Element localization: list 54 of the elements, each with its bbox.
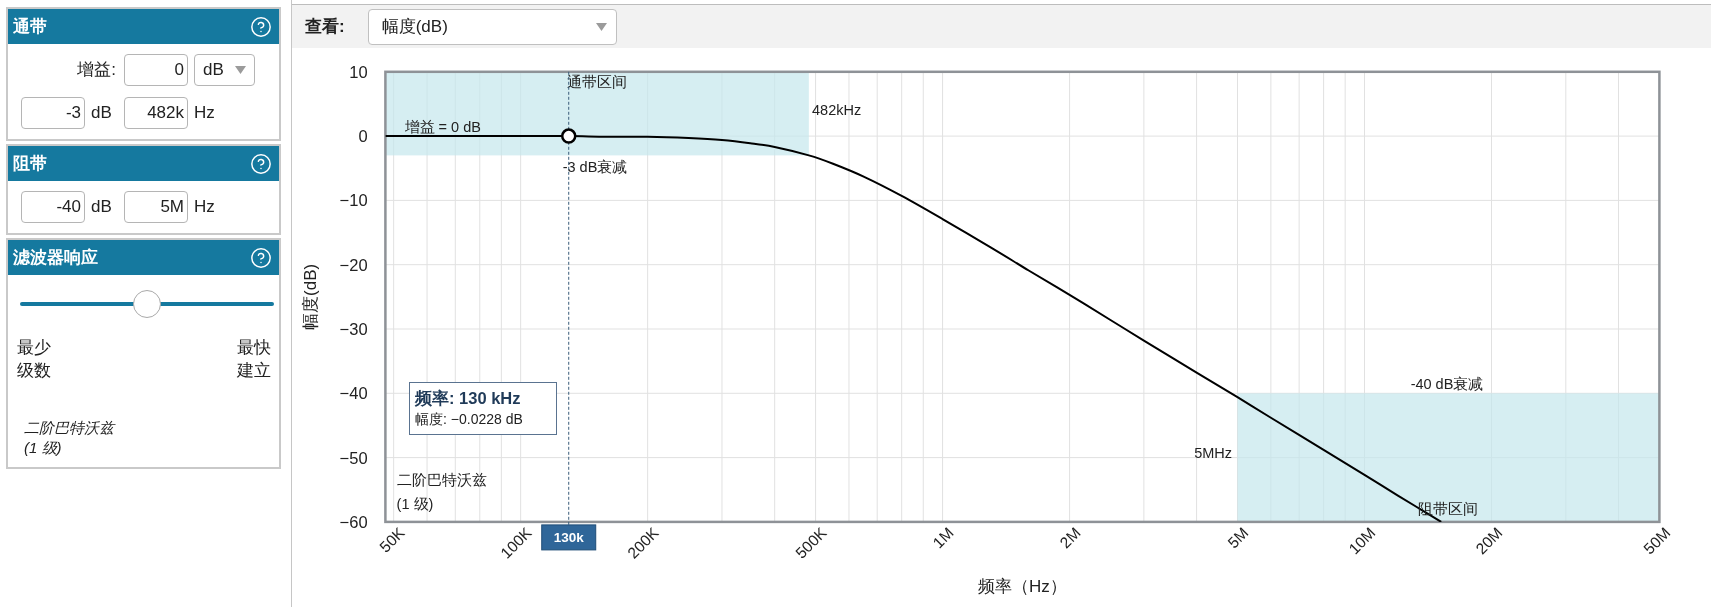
slider-thumb[interactable]: [133, 290, 161, 318]
tooltip-value: 幅度: −0.0228 dB: [415, 410, 524, 429]
unit-select[interactable]: dB: [194, 54, 255, 86]
help-icon[interactable]: [250, 15, 272, 38]
help-icon[interactable]: [250, 152, 272, 175]
unit-label: dB: [91, 196, 113, 219]
caret-icon: [595, 22, 607, 31]
view-select[interactable]: 幅度(dB): [367, 8, 617, 45]
x-axis-title: 频率（Hz）: [978, 577, 1067, 596]
unit-label: Hz: [194, 196, 216, 219]
y-axis-tick-label: −60: [339, 512, 368, 531]
y-axis-title: 幅度(dB): [301, 263, 321, 330]
slider-track[interactable]: [20, 290, 274, 318]
gain-label: 增益:: [77, 59, 117, 82]
cursor-frequency-tag: 130k: [541, 524, 597, 551]
frequency-input[interactable]: 5M: [124, 191, 188, 223]
annotation-label: 增益 = 0 dB: [404, 118, 481, 135]
y-axis-tick-label: −20: [339, 255, 368, 274]
region-label: 通带区间: [567, 74, 628, 90]
x-axis-tick-label: 5M: [1224, 524, 1252, 552]
frequency-input[interactable]: 482k: [124, 97, 188, 129]
view-label: 查看:: [305, 15, 345, 38]
annotation-label: (1 级): [396, 496, 434, 513]
y-axis-tick-label: −50: [339, 448, 368, 467]
min-label: 最少级数: [17, 337, 52, 382]
attenuation-input[interactable]: -40: [21, 191, 85, 223]
unit-label: Hz: [194, 102, 216, 125]
gain-input[interactable]: 0: [124, 54, 188, 86]
y-axis-tick-label: −10: [339, 191, 368, 210]
help-icon[interactable]: [250, 246, 272, 269]
x-axis-tick-label: 2M: [1056, 524, 1084, 552]
section-title: 通带: [13, 15, 47, 38]
annotation-label: 二阶巴特沃兹: [396, 471, 487, 488]
annotation-label: 5MHz: [1194, 444, 1232, 461]
section-title: 阻带: [13, 152, 47, 175]
x-axis-tick-label: 50K: [376, 524, 408, 556]
max-label: 最快建立: [236, 337, 271, 382]
attenuation-input[interactable]: -3: [21, 97, 85, 129]
tooltip-title: 频率: 130 kHz: [415, 388, 522, 409]
y-axis-tick-label: 10: [349, 62, 368, 81]
ref-line-label: 130k: [553, 529, 585, 545]
x-axis-tick-label: 1M: [929, 524, 957, 552]
y-axis-tick-label: 0: [358, 127, 368, 146]
annotation-label: -3 dB衰减: [562, 158, 628, 175]
caret-icon: [235, 66, 246, 74]
cursor-marker[interactable]: [561, 128, 577, 144]
filter-stages-text: (1 级): [24, 438, 63, 458]
annotation-label: -40 dB衰减: [1410, 375, 1484, 392]
y-axis-tick-label: −30: [339, 320, 368, 338]
unit-label: dB: [91, 102, 113, 125]
y-axis-tick-label: −40: [339, 384, 368, 403]
filter-type-text: 二阶巴特沃兹: [24, 418, 117, 438]
annotation-label: 482kHz: [812, 102, 862, 119]
section-title: 滤波器响应: [13, 246, 98, 269]
